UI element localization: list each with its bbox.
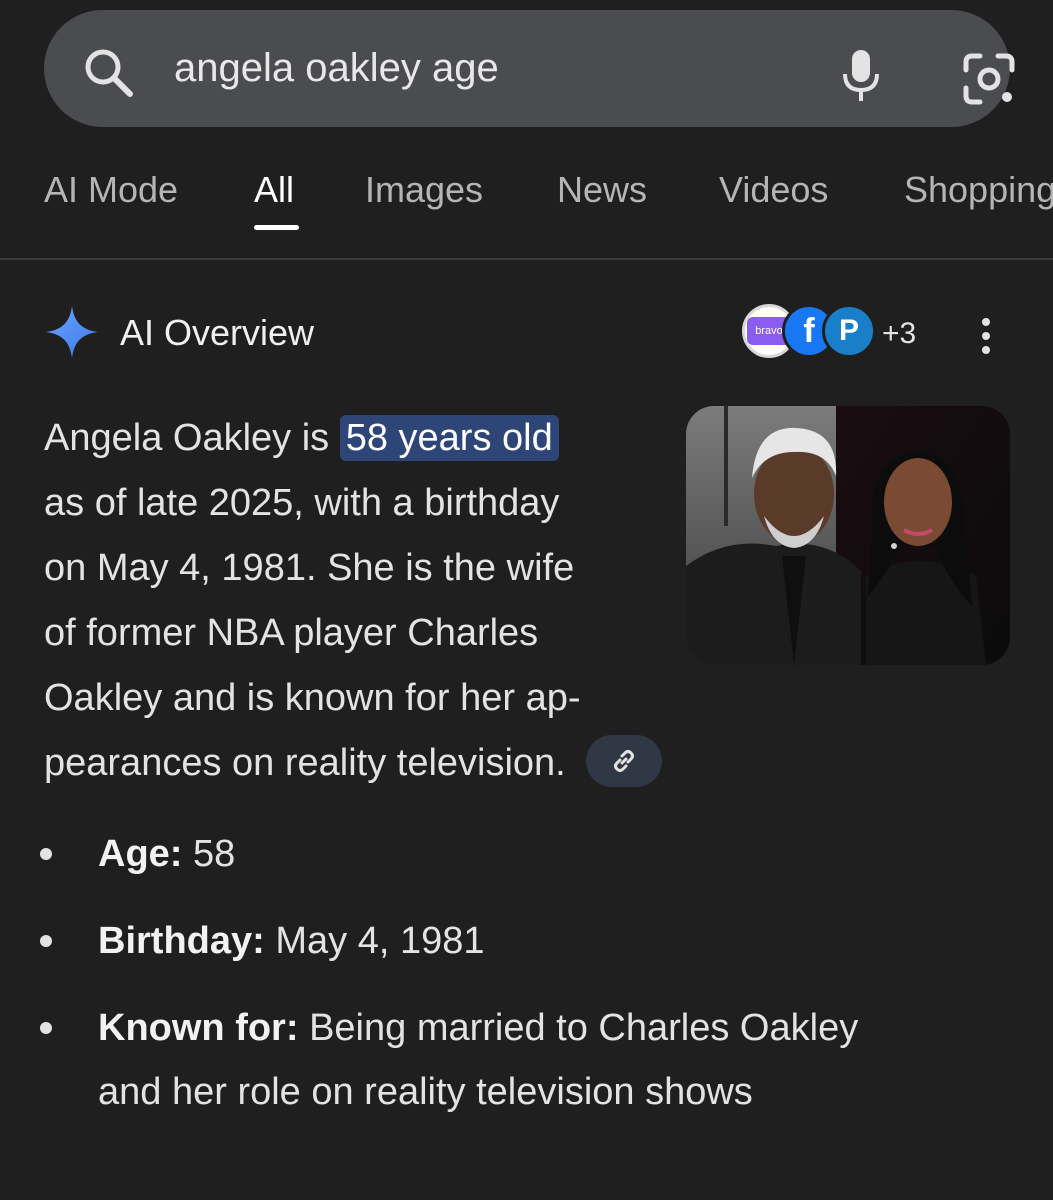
bullet bbox=[40, 848, 52, 860]
summary-last-line-text: pearances on reality television. bbox=[44, 742, 566, 784]
search-tabs: AI Mode All Images News Videos Shopping bbox=[0, 160, 1053, 258]
more-sources-count[interactable]: +3 bbox=[882, 316, 916, 352]
link-icon bbox=[613, 749, 634, 772]
source-avatars[interactable]: bravo f P +3 bbox=[742, 304, 922, 364]
summary-prefix: Angela Oakley is bbox=[44, 417, 340, 459]
search-icon bbox=[85, 49, 133, 97]
fact-value-continued: and her role on reality television shows bbox=[98, 1071, 753, 1113]
fact-label: Age: bbox=[98, 833, 183, 875]
couple-photo[interactable] bbox=[686, 406, 1010, 665]
fact-value: Being married to Charles Oakley bbox=[298, 1007, 859, 1049]
tab-news[interactable]: News bbox=[557, 168, 647, 212]
tab-videos[interactable]: Videos bbox=[719, 168, 828, 212]
tab-all[interactable]: All bbox=[254, 168, 294, 212]
fact-value: 58 bbox=[182, 833, 236, 875]
fact-label: Known for: bbox=[98, 1007, 299, 1049]
bullet bbox=[40, 935, 52, 947]
tab-shopping[interactable]: Shopping bbox=[904, 168, 1053, 212]
summary-line: Angela Oakley is 58 years old bbox=[44, 406, 674, 471]
summary-line: pearances on reality television. bbox=[44, 731, 674, 796]
photo-illustration bbox=[686, 406, 1010, 665]
tab-images[interactable]: Images bbox=[365, 168, 483, 212]
search-input[interactable]: angela oakley age bbox=[174, 44, 499, 92]
summary-line: on May 4, 1981. She is the wife bbox=[44, 547, 575, 589]
microphone-icon[interactable] bbox=[840, 48, 882, 104]
fact-content: Birthday: May 4, 1981 bbox=[98, 909, 998, 973]
ai-overview-summary: Angela Oakley is 58 years old as of late… bbox=[44, 406, 674, 796]
summary-line: of former NBA player Charles bbox=[44, 612, 539, 654]
summary-line: as of late 2025, with a birthday bbox=[44, 482, 560, 524]
gemini-sparkle-icon bbox=[46, 306, 98, 358]
fact-content: Known for: Being married to Charles Oakl… bbox=[98, 996, 998, 1124]
tabs-divider bbox=[0, 258, 1053, 260]
ai-overview-title: AI Overview bbox=[120, 312, 315, 353]
active-tab-indicator bbox=[254, 225, 299, 230]
fact-value: May 4, 1981 bbox=[264, 920, 485, 962]
fact-content: Age: 58 bbox=[98, 822, 998, 886]
p-source-avatar[interactable]: P bbox=[822, 304, 876, 358]
ai-overview-header: AI Overview bravo f P +3 bbox=[0, 300, 1053, 370]
summary-line: Oakley and is known for her ap- bbox=[44, 677, 581, 719]
highlighted-answer: 58 years old bbox=[339, 415, 559, 461]
source-link-button[interactable] bbox=[585, 734, 662, 787]
search-bar[interactable]: angela oakley age bbox=[44, 10, 1015, 127]
tab-ai-mode[interactable]: AI Mode bbox=[44, 168, 178, 212]
fact-label: Birthday: bbox=[98, 920, 265, 962]
bullet bbox=[40, 1022, 52, 1034]
google-lens-icon[interactable] bbox=[962, 52, 1016, 106]
more-options-icon[interactable] bbox=[972, 316, 1000, 356]
